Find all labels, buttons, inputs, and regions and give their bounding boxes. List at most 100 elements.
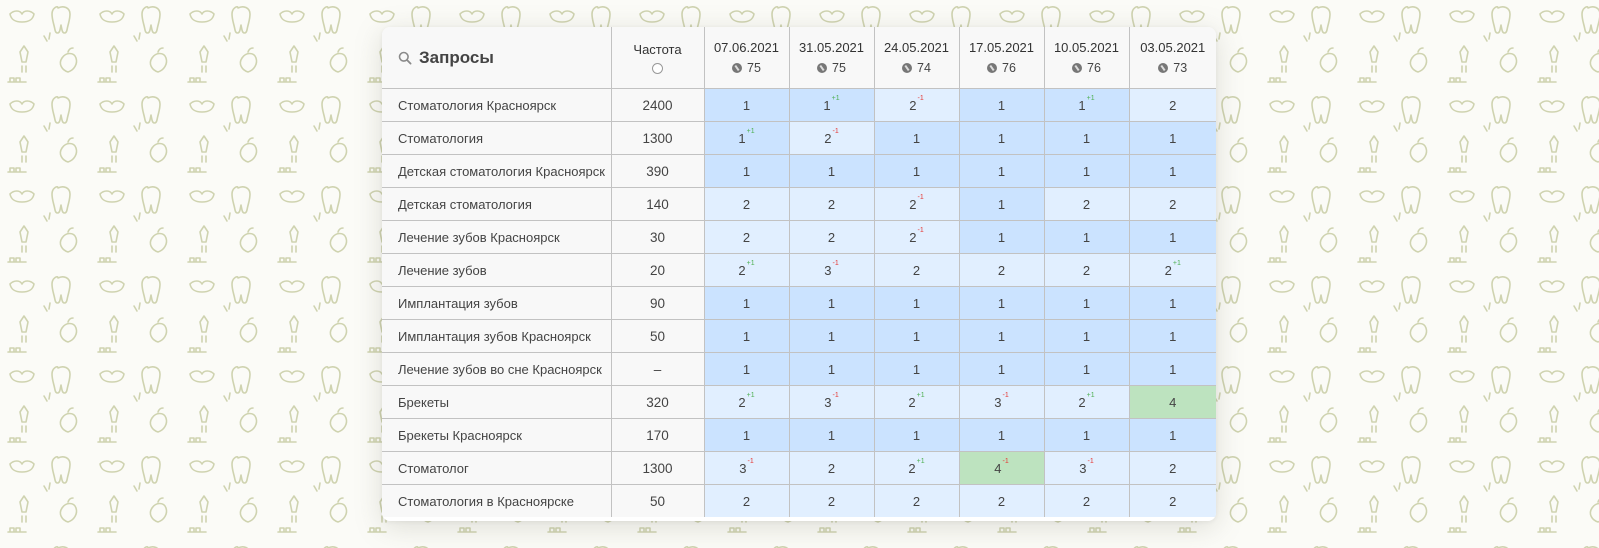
- position-change: +1: [1086, 391, 1095, 399]
- position-cell: 2: [1043, 253, 1130, 287]
- position-value: 4: [994, 460, 1002, 476]
- frequency-cell: 50: [610, 319, 705, 353]
- position-value: 2: [1082, 262, 1091, 278]
- date-column-header[interactable]: 10.05.2021 76: [1043, 27, 1130, 89]
- position-cell: 1: [1043, 352, 1130, 386]
- google-icon: [987, 63, 998, 73]
- position-value: 1: [742, 361, 751, 377]
- query-cell: Детская стоматология: [382, 187, 612, 221]
- date-column-header[interactable]: 24.05.2021 74: [873, 27, 960, 89]
- position-cell: 2+1: [1128, 253, 1216, 287]
- position-change: +1: [746, 391, 755, 399]
- google-icon: [732, 63, 743, 73]
- position-value: 2: [738, 394, 746, 410]
- table-row: Имплантация зубов 90 1 1 1 1 1 1: [382, 286, 1216, 320]
- date-column-header[interactable]: 07.06.2021 75: [703, 27, 790, 89]
- position-change: -1: [832, 391, 839, 399]
- position-cell: 1: [958, 418, 1045, 452]
- position-change: +1: [1086, 94, 1095, 102]
- position-cell: 1: [703, 418, 790, 452]
- position-value: 2: [909, 229, 917, 245]
- frequency-cell: 2400: [610, 88, 705, 122]
- position-value: 1: [997, 163, 1006, 179]
- date-label: 03.05.2021: [1140, 40, 1206, 55]
- rankings-table: Запросы Частота 07.06.2021 75 31.05.2021…: [382, 27, 1216, 517]
- position-value: 1: [997, 196, 1006, 212]
- position-cell: 1: [873, 154, 960, 188]
- position-value: 2: [908, 460, 916, 476]
- position-value: 1: [997, 328, 1006, 344]
- position-cell: 2+1: [703, 253, 790, 287]
- position-change: -1: [1002, 391, 1009, 399]
- position-cell: 3-1: [958, 385, 1045, 419]
- position-value: 2: [1164, 262, 1172, 278]
- google-icon: [1072, 63, 1083, 73]
- frequency-cell: 320: [610, 385, 705, 419]
- table-row: Брекеты Красноярск 170 1 1 1 1 1 1: [382, 418, 1216, 452]
- position-cell: 1: [958, 121, 1045, 155]
- position-value: 2: [742, 493, 751, 509]
- position-value: 2: [824, 130, 832, 146]
- position-value: 1: [912, 295, 921, 311]
- date-label: 24.05.2021: [883, 40, 950, 55]
- position-value: 1: [912, 328, 921, 344]
- frequency-cell: 20: [610, 253, 705, 287]
- position-value: 1: [912, 130, 921, 146]
- position-value: 1: [912, 361, 921, 377]
- position-change: -1: [832, 259, 839, 267]
- position-cell: 1: [788, 418, 875, 452]
- position-value: 1: [997, 361, 1006, 377]
- position-change: -1: [747, 457, 754, 465]
- frequency-cell: 1300: [610, 451, 705, 485]
- position-value: 1: [738, 130, 746, 146]
- position-value: 2: [738, 262, 746, 278]
- date-score: 73: [1173, 61, 1188, 75]
- position-value: 1: [742, 97, 751, 113]
- position-cell: 1: [1128, 286, 1216, 320]
- position-value: 1: [997, 229, 1006, 245]
- query-cell: Детская стоматология Красноярск: [382, 154, 612, 188]
- position-value: 1: [827, 295, 836, 311]
- position-cell: 1: [1043, 286, 1130, 320]
- position-cell: 1: [958, 187, 1045, 221]
- position-cell: 2: [1128, 484, 1216, 517]
- frequency-cell: 390: [610, 154, 705, 188]
- query-column-header[interactable]: Запросы: [382, 27, 612, 89]
- position-cell: 2: [1043, 484, 1130, 517]
- table-row: Стоматолог 1300 3-1 2 2+1 4-1 3-1 2: [382, 451, 1216, 485]
- position-cell: 1: [703, 319, 790, 353]
- position-value: 1: [1169, 130, 1177, 146]
- position-value: 2: [997, 493, 1006, 509]
- position-cell: 1: [788, 286, 875, 320]
- position-value: 3: [824, 394, 832, 410]
- frequency-cell: 90: [610, 286, 705, 320]
- position-value: 1: [1169, 427, 1177, 443]
- position-value: 1: [742, 427, 751, 443]
- position-cell: 2: [1128, 451, 1216, 485]
- frequency-cell: 140: [610, 187, 705, 221]
- position-cell: 1: [1043, 220, 1130, 254]
- position-value: 1: [912, 163, 921, 179]
- query-cell: Брекеты: [382, 385, 612, 419]
- query-cell: Лечение зубов Красноярск: [382, 220, 612, 254]
- date-column-header[interactable]: 17.05.2021 76: [958, 27, 1045, 89]
- query-cell: Имплантация зубов: [382, 286, 612, 320]
- position-value: 1: [827, 328, 836, 344]
- position-cell: 2: [788, 451, 875, 485]
- frequency-column-header[interactable]: Частота: [610, 27, 705, 89]
- position-cell: 2: [958, 253, 1045, 287]
- date-label: 31.05.2021: [798, 40, 865, 55]
- position-change: +1: [916, 391, 925, 399]
- date-column-header[interactable]: 03.05.2021 73: [1128, 27, 1216, 89]
- position-value: 2: [908, 394, 916, 410]
- position-cell: 1+1: [788, 88, 875, 122]
- position-cell: 1: [958, 154, 1045, 188]
- date-column-header[interactable]: 31.05.2021 75: [788, 27, 875, 89]
- position-value: 1: [1169, 295, 1177, 311]
- position-value: 2: [912, 262, 921, 278]
- position-cell: 1: [873, 352, 960, 386]
- query-cell: Стоматология Красноярск: [382, 88, 612, 122]
- header-row: Запросы Частота 07.06.2021 75 31.05.2021…: [382, 27, 1216, 89]
- position-cell: 2: [788, 187, 875, 221]
- position-cell: 1: [788, 319, 875, 353]
